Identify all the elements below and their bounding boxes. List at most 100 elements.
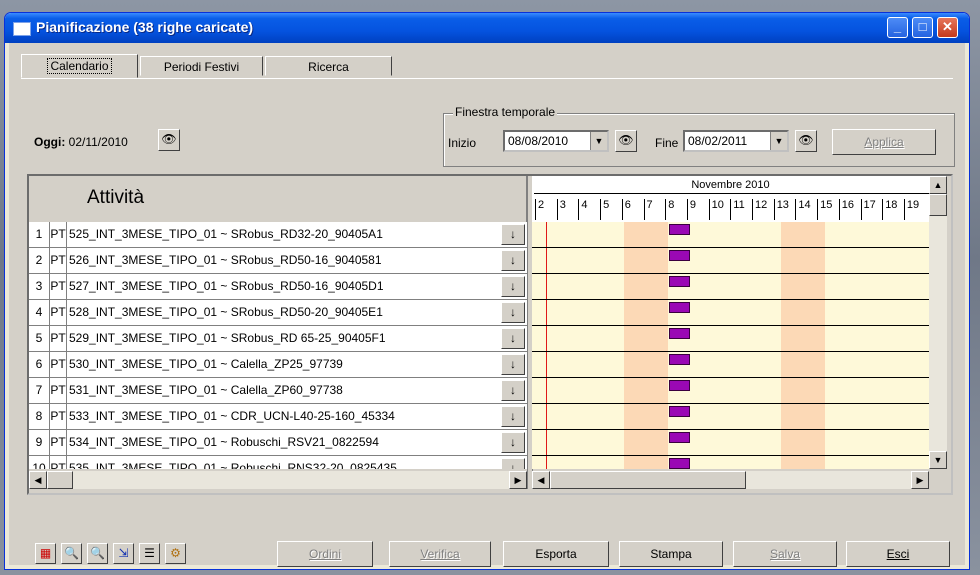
arrow-down-icon: ↓: [510, 383, 516, 397]
row-type: PT: [50, 326, 67, 351]
row-expand-button[interactable]: ↓: [501, 328, 525, 349]
day-label: 2: [535, 199, 544, 220]
close-button[interactable]: ✕: [937, 17, 958, 38]
scroll-down-button[interactable]: ▼: [929, 451, 947, 469]
table-row[interactable]: 8 PT 533_INT_3MESE_TIPO_01 ~ CDR_UCN-L40-2…: [29, 404, 527, 430]
end-date-select[interactable]: 08/02/2011 ▼: [683, 130, 789, 152]
scroll-thumb[interactable]: [550, 471, 746, 489]
end-view-button[interactable]: 👁: [795, 130, 817, 152]
end-date-value: 08/02/2011: [688, 134, 748, 148]
task-bar[interactable]: [669, 276, 690, 287]
tab-calendario[interactable]: Calendario: [21, 54, 138, 78]
weekend-band: [781, 222, 825, 469]
day-label: 5: [600, 199, 609, 220]
task-bar[interactable]: [669, 458, 690, 469]
tab-periodi-festivi[interactable]: Periodi Festivi: [140, 56, 263, 76]
row-expand-button[interactable]: ↓: [501, 354, 525, 375]
move-icon[interactable]: ⇲: [113, 543, 134, 564]
esporta-button[interactable]: Esporta: [503, 541, 609, 567]
search-icon[interactable]: 🔍: [61, 543, 82, 564]
table-row[interactable]: 6 PT 530_INT_3MESE_TIPO_01 ~ Calella_ZP25_…: [29, 352, 527, 378]
esci-label: Esci: [886, 547, 910, 561]
row-number: 3: [29, 274, 50, 299]
calendar-area[interactable]: [532, 222, 929, 469]
chevron-down-icon[interactable]: ▼: [770, 132, 787, 150]
task-bar[interactable]: [669, 224, 690, 235]
list-icon[interactable]: ☰: [139, 543, 160, 564]
start-view-button[interactable]: 👁: [615, 130, 637, 152]
table-row[interactable]: 5 PT 529_INT_3MESE_TIPO_01 ~ SRobus_RD 65-…: [29, 326, 527, 352]
table-row[interactable]: 10 PT 535_INT_3MESE_TIPO_01 ~ Robuschi_RNS…: [29, 456, 527, 469]
apply-label: Applica: [864, 135, 904, 149]
maximize-button[interactable]: □: [912, 17, 933, 38]
tab-periodi-festivi-label: Periodi Festivi: [163, 60, 240, 74]
task-bar[interactable]: [669, 380, 690, 391]
row-number: 5: [29, 326, 50, 351]
row-number: 4: [29, 300, 50, 325]
calendar-row-line: [532, 377, 929, 378]
settings-icon[interactable]: ⚙: [165, 543, 186, 564]
day-label: 11: [730, 199, 745, 220]
esci-button[interactable]: Esci: [846, 541, 950, 567]
title-bar[interactable]: Pianificazione (38 righe caricate) _ □ ✕: [5, 13, 969, 43]
table-row[interactable]: 2 PT 526_INT_3MESE_TIPO_01 ~ SRobus_RD50-1…: [29, 248, 527, 274]
table-row[interactable]: 3 PT 527_INT_3MESE_TIPO_01 ~ SRobus_RD50-1…: [29, 274, 527, 300]
scroll-up-button[interactable]: ▲: [929, 176, 947, 194]
calendar-row-line: [532, 455, 929, 456]
row-type: PT: [50, 430, 67, 455]
row-expand-button[interactable]: ↓: [501, 224, 525, 245]
task-bar[interactable]: [669, 328, 690, 339]
row-expand-button[interactable]: ↓: [501, 302, 525, 323]
today-display: Oggi: 02/11/2010: [34, 135, 128, 149]
table-row[interactable]: 9 PT 534_INT_3MESE_TIPO_01 ~ Robuschi_RSV2…: [29, 430, 527, 456]
salva-button[interactable]: Salva: [733, 541, 837, 567]
ordini-button[interactable]: Ordini: [277, 541, 373, 567]
chevron-down-icon[interactable]: ▼: [590, 132, 607, 150]
table-row[interactable]: 4 PT 528_INT_3MESE_TIPO_01 ~ SRobus_RD50-2…: [29, 300, 527, 326]
row-expand-button[interactable]: ↓: [501, 432, 525, 453]
eye-icon: 👁: [798, 133, 814, 147]
tab-ricerca[interactable]: Ricerca: [265, 56, 392, 76]
day-label: 8: [665, 199, 674, 220]
task-bar[interactable]: [669, 302, 690, 313]
end-label: Fine: [655, 136, 679, 150]
activities-rows: 1 PT 525_INT_3MESE_TIPO_01 ~ SRobus_RD32-2…: [29, 222, 527, 469]
calendar-row-line: [532, 247, 929, 248]
table-row[interactable]: 7 PT 531_INT_3MESE_TIPO_01 ~ Calella_ZP60_…: [29, 378, 527, 404]
day-label: 19: [903, 199, 919, 220]
eye-icon: 👁: [618, 133, 634, 147]
stampa-button[interactable]: Stampa: [619, 541, 723, 567]
row-description: 534_INT_3MESE_TIPO_01 ~ Robuschi_RSV21_0…: [69, 435, 379, 449]
calendar-icon[interactable]: ▦: [35, 543, 56, 564]
scroll-thumb[interactable]: [929, 194, 947, 216]
verifica-button[interactable]: Verifica: [389, 541, 491, 567]
start-date-select[interactable]: 08/08/2010 ▼: [503, 130, 609, 152]
row-expand-button[interactable]: ↓: [501, 250, 525, 271]
task-bar[interactable]: [669, 432, 690, 443]
row-description: 533_INT_3MESE_TIPO_01 ~ CDR_UCN-L40-25-1…: [69, 409, 395, 423]
vertical-scrollbar[interactable]: ▲ ▼: [929, 176, 947, 469]
row-expand-button[interactable]: ↓: [501, 276, 525, 297]
task-bar[interactable]: [669, 250, 690, 261]
search-icon[interactable]: 🔍: [87, 543, 108, 564]
row-description: 525_INT_3MESE_TIPO_01 ~ SRobus_RD32-20_9…: [69, 227, 383, 241]
right-horizontal-scrollbar[interactable]: ◀ ▶: [532, 471, 929, 489]
task-bar[interactable]: [669, 354, 690, 365]
table-row[interactable]: 1 PT 525_INT_3MESE_TIPO_01 ~ SRobus_RD32-2…: [29, 222, 527, 248]
today-view-button[interactable]: 👁: [158, 129, 180, 151]
scroll-left-button[interactable]: ◀: [532, 471, 550, 489]
row-expand-button[interactable]: ↓: [501, 380, 525, 401]
scroll-thumb[interactable]: [47, 471, 73, 489]
row-expand-button[interactable]: ↓: [501, 458, 525, 469]
task-bar[interactable]: [669, 406, 690, 417]
row-type: PT: [50, 248, 67, 273]
scroll-right-button[interactable]: ▶: [911, 471, 929, 489]
apply-button[interactable]: Applica: [832, 129, 936, 155]
scroll-left-button[interactable]: ◀: [29, 471, 47, 489]
scroll-right-button[interactable]: ▶: [509, 471, 527, 489]
minimize-button[interactable]: _: [887, 17, 908, 38]
left-horizontal-scrollbar[interactable]: ◀ ▶: [29, 471, 527, 489]
row-expand-button[interactable]: ↓: [501, 406, 525, 427]
day-label: 7: [643, 199, 653, 220]
calendar-row-line: [532, 273, 929, 274]
